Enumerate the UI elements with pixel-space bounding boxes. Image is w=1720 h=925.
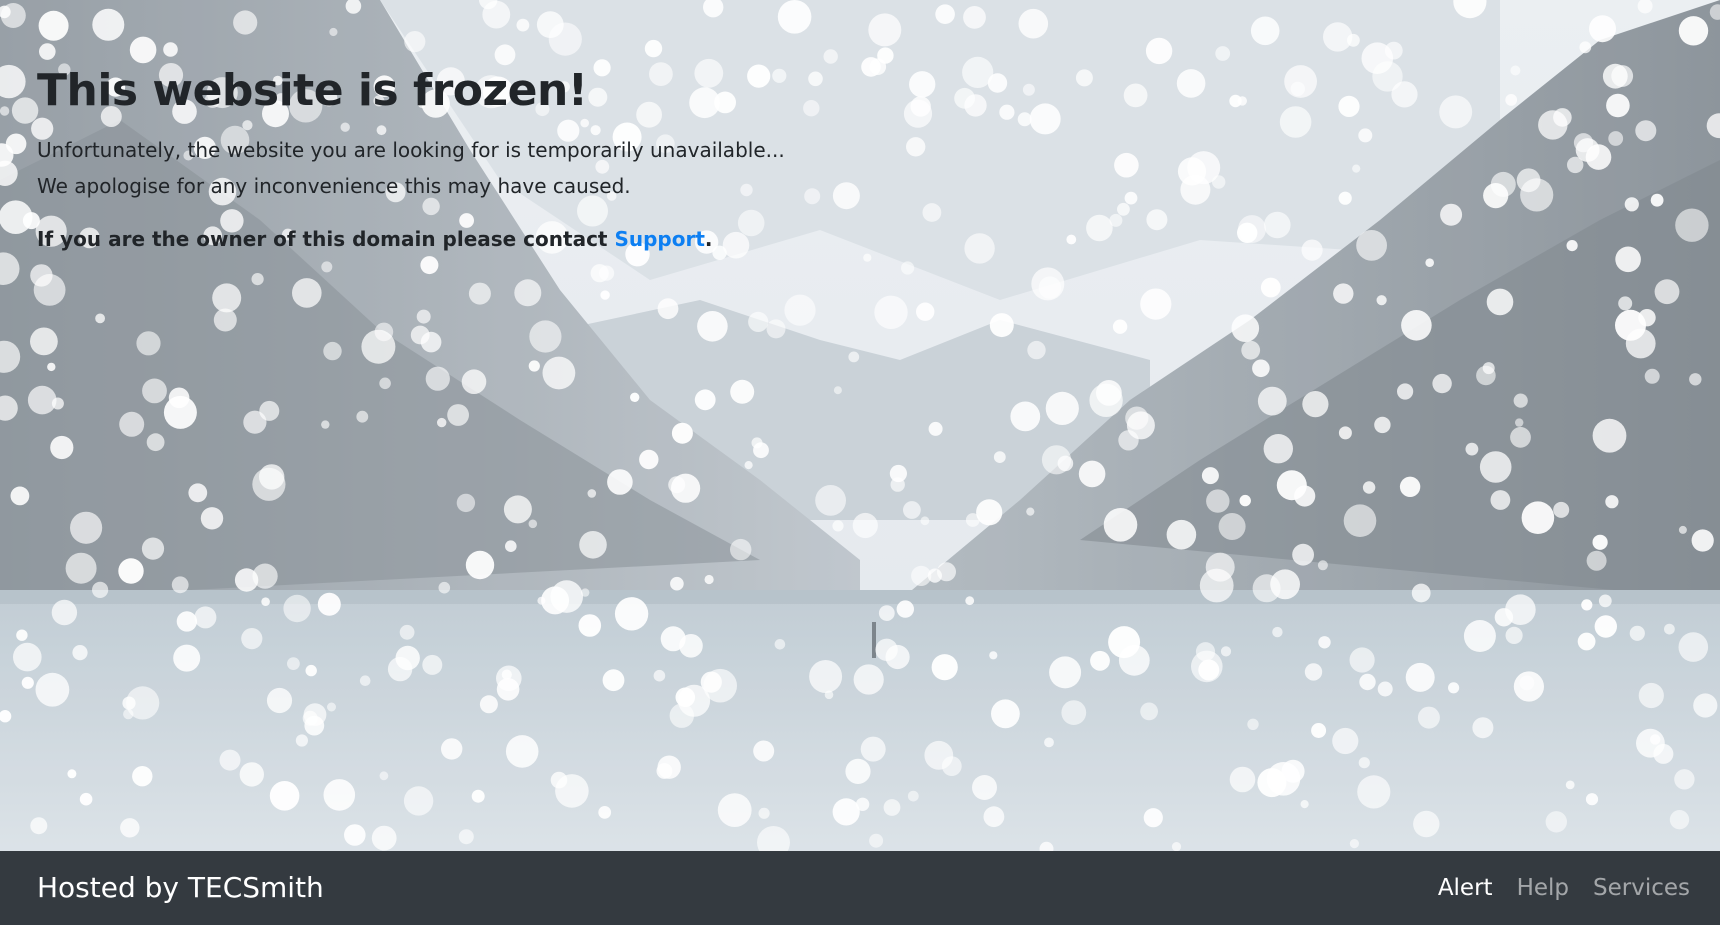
nav-help-link[interactable]: Help (1517, 875, 1569, 901)
nav-alert-link[interactable]: Alert (1438, 875, 1493, 901)
lead-line-1: Unfortunately, the website you are looki… (37, 138, 785, 162)
owner-contact-text: If you are the owner of this domain plea… (37, 227, 615, 251)
footer-brand: Hosted by TECSmith (37, 871, 324, 904)
support-link[interactable]: Support (614, 227, 704, 251)
nav-services-link[interactable]: Services (1593, 875, 1690, 901)
page-title: This website is frozen! (37, 65, 588, 116)
footer-bar: Hosted by TECSmith Alert Help Services (0, 851, 1720, 925)
footer-nav: Alert Help Services (1438, 851, 1690, 925)
page: This website is frozen! Unfortunately, t… (0, 0, 1720, 925)
unavailable-message: Unfortunately, the website you are looki… (37, 132, 1137, 204)
main-content: This website is frozen! Unfortunately, t… (37, 62, 1137, 256)
lead-line-2: We apologise for any inconvenience this … (37, 174, 631, 198)
owner-contact-period: . (704, 227, 713, 251)
owner-contact-message: If you are the owner of this domain plea… (37, 222, 1137, 256)
